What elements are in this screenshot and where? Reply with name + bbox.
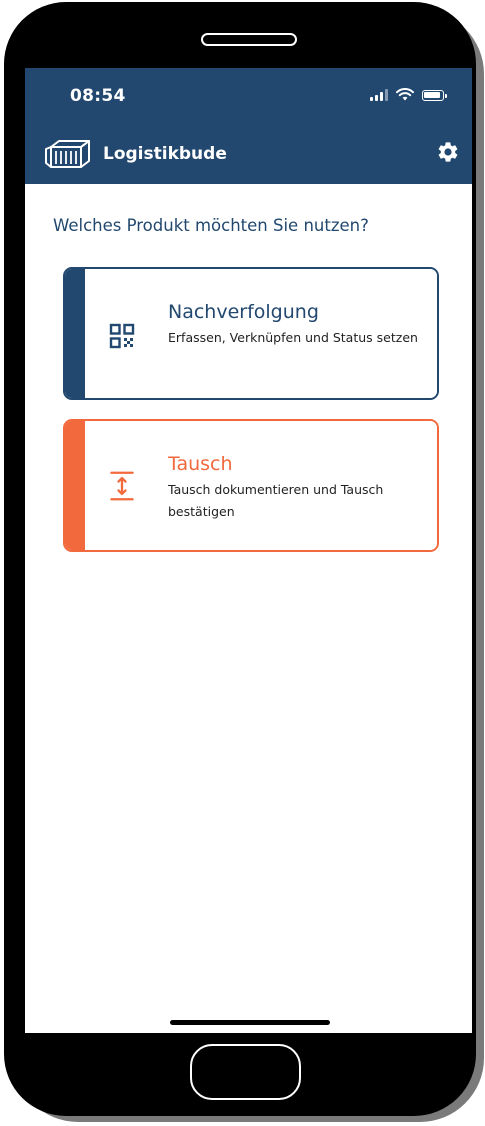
status-icons [370,88,447,101]
app-title: Logistikbude [103,144,227,164]
card-title: Nachverfolgung [168,301,319,323]
home-button[interactable] [190,1044,301,1100]
cellular-signal-icon [370,89,388,101]
page-title: Welches Produkt möchten Sie nutzen? [53,216,369,235]
app-screen: 08:54 Logistikbude Welches Produkt möcht… [25,68,472,1033]
product-card-tausch[interactable]: Tausch Tausch dokumentieren und Tausch b… [63,419,439,552]
app-header: 08:54 Logistikbude [25,68,472,184]
card-accent-bar [65,421,85,550]
gear-icon[interactable] [436,140,460,164]
swap-vertical-icon [110,471,134,501]
card-title: Tausch [168,453,233,475]
card-description: Erfassen, Verknüpfen und Status setzen [168,330,418,345]
home-indicator[interactable] [170,1020,330,1025]
wifi-icon [396,88,414,101]
qr-code-icon [109,323,135,349]
battery-icon [422,90,447,101]
status-time: 08:54 [70,86,126,106]
card-accent-bar [65,269,85,398]
card-description: Tausch dokumentieren und Tausch bestätig… [168,482,384,519]
product-card-nachverfolgung[interactable]: Nachverfolgung Erfassen, Verknüpfen und … [63,267,439,400]
container-icon [45,140,90,168]
speaker-grille [201,33,297,46]
brand: Logistikbude [45,138,227,170]
